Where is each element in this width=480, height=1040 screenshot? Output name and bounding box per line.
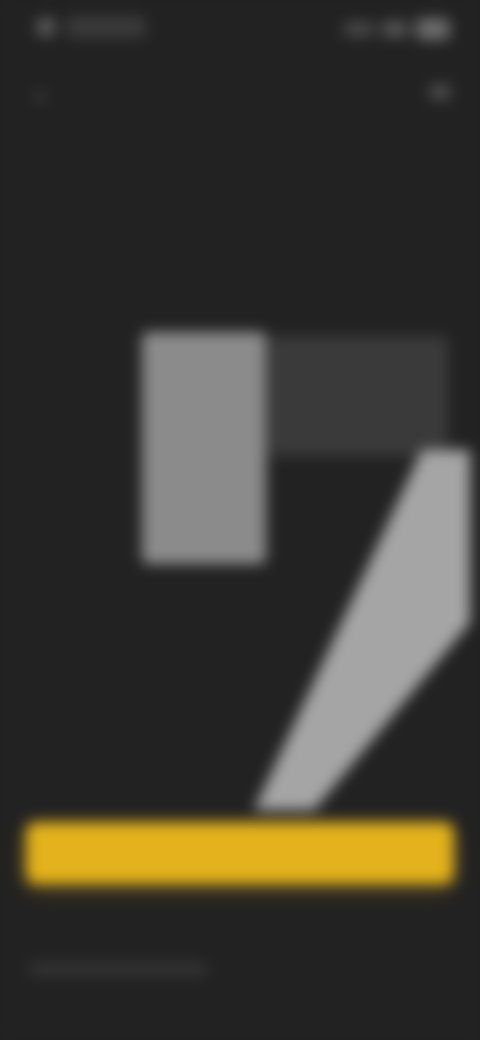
illustration-slash <box>254 450 470 810</box>
top-nav: ‹ <box>0 80 480 114</box>
status-bar <box>0 0 480 60</box>
hero-illustration <box>0 300 480 820</box>
status-time <box>66 16 146 38</box>
status-right <box>344 18 450 40</box>
primary-cta-button[interactable] <box>26 822 454 884</box>
status-dot-icon <box>36 17 56 37</box>
signal-icon <box>344 22 374 36</box>
screen: ‹ <box>0 0 480 1040</box>
footer-text-placeholder <box>28 962 208 976</box>
menu-icon[interactable] <box>426 82 454 110</box>
battery-icon <box>416 18 450 40</box>
back-icon[interactable]: ‹ <box>26 82 54 110</box>
status-left <box>36 16 146 38</box>
illustration-phone <box>142 332 266 564</box>
illustration-shadow <box>268 336 448 456</box>
wifi-icon <box>382 21 408 37</box>
